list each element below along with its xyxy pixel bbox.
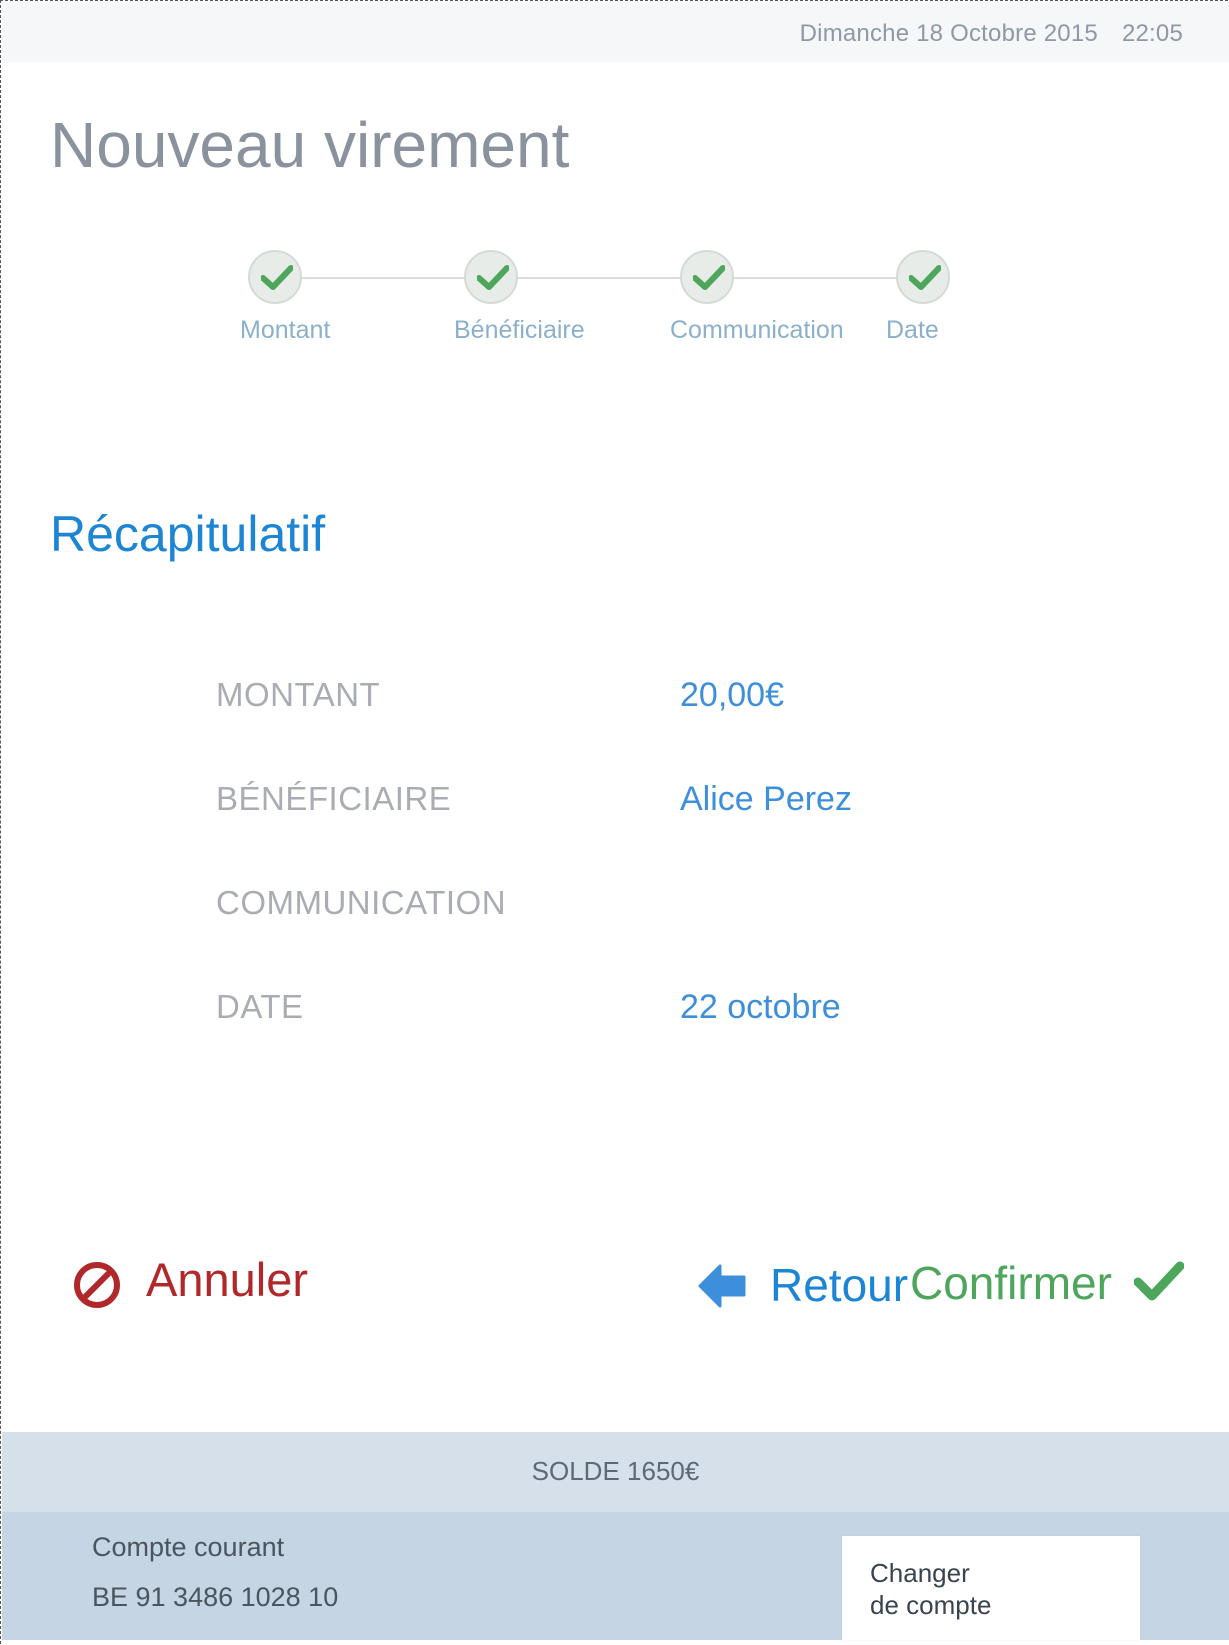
check-icon <box>1134 1261 1184 1301</box>
summary-row-beneficiaire: BÉNÉFICIAIRE Alice Perez <box>216 780 1116 830</box>
progress-stepper: Montant Bénéficiaire Communication Date <box>0 248 1229 348</box>
confirm-label: Confirmer <box>910 1257 1112 1309</box>
check-icon <box>261 265 293 290</box>
summary-row-montant: MONTANT 20,00€ <box>216 676 1116 726</box>
summary-key: DATE <box>216 988 304 1025</box>
summary-key: COMMUNICATION <box>216 884 507 921</box>
change-account-label-line2: de compte <box>870 1590 992 1620</box>
page-title: Nouveau virement <box>50 109 570 181</box>
cancel-label: Annuler <box>146 1253 308 1306</box>
status-bar: Dimanche 18 Octobre 2015 22:05 <box>2 2 1229 62</box>
step-label: Montant <box>240 316 331 344</box>
current-date: Dimanche 18 Octobre 2015 <box>799 20 1098 47</box>
check-icon <box>693 265 725 290</box>
step-status-circle <box>680 250 734 304</box>
step-status-circle <box>248 250 302 304</box>
stepper-connector <box>734 277 914 279</box>
change-account-button[interactable]: Changer de compte <box>842 1536 1140 1640</box>
stepper-connector <box>290 277 470 279</box>
summary-value: 22 octobre <box>680 988 841 1026</box>
back-label: Retour <box>770 1259 909 1311</box>
summary-value: 20,00€ <box>680 676 784 714</box>
step-label: Date <box>886 316 939 344</box>
check-icon <box>909 265 941 290</box>
arrow-left-icon <box>698 1264 746 1308</box>
summary-key: BÉNÉFICIAIRE <box>216 780 452 817</box>
account-iban: BE 91 3486 1028 10 <box>92 1582 339 1612</box>
check-icon <box>477 265 509 290</box>
change-account-label-line1: Changer <box>870 1558 970 1588</box>
step-label: Bénéficiaire <box>454 316 585 344</box>
summary-title: Récapitulatif <box>50 506 326 562</box>
summary-row-communication: COMMUNICATION <box>216 884 1116 934</box>
summary-row-date: DATE 22 octobre <box>216 988 1116 1038</box>
stepper-connector <box>518 277 698 279</box>
datetime: Dimanche 18 Octobre 2015 22:05 <box>800 20 1183 48</box>
summary-key: MONTANT <box>216 676 381 713</box>
balance-text: SOLDE 1650€ <box>531 1456 700 1486</box>
step-status-circle <box>464 250 518 304</box>
no-entry-icon <box>74 1262 120 1308</box>
balance-bar: SOLDE 1650€ <box>2 1432 1229 1512</box>
current-time: 22:05 <box>1121 20 1183 47</box>
summary-value: Alice Perez <box>680 780 852 818</box>
step-label: Communication <box>670 316 844 344</box>
account-name: Compte courant <box>92 1532 285 1562</box>
step-status-circle <box>896 250 950 304</box>
account-bar: Compte courant BE 91 3486 1028 10 Change… <box>2 1512 1229 1640</box>
